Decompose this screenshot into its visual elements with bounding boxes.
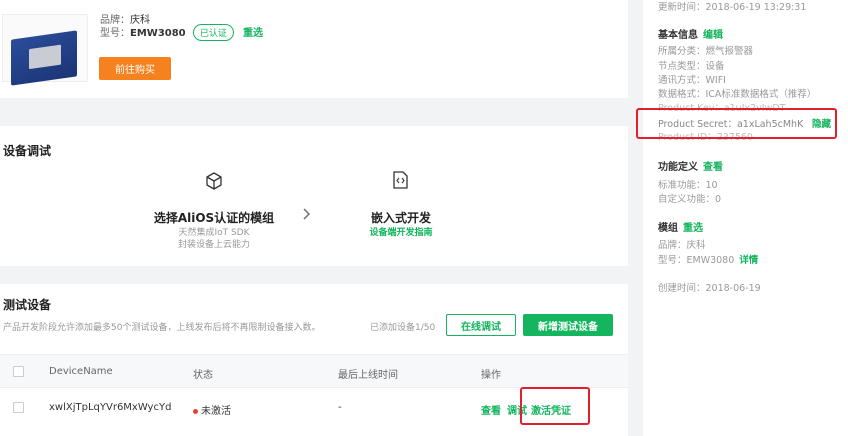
node-type: 节点类型：设备 (658, 61, 725, 72)
view-func-link[interactable]: 查看 (703, 162, 723, 173)
updated-time: 更新时间：2018-06-19 13:29:31 (658, 2, 807, 13)
certified-badge: 已认证 (192, 24, 234, 41)
online-debug-button[interactable]: 在线调试 (446, 314, 516, 336)
cube-icon (206, 172, 222, 190)
add-test-device-button[interactable]: 新增测试设备 (523, 314, 613, 336)
module-image (2, 14, 88, 86)
module-brand: 品牌：庆科 (658, 240, 706, 251)
secret-highlight-box (636, 108, 837, 139)
test-section-title: 测试设备 (3, 298, 52, 312)
reselect-link[interactable]: 重选 (243, 28, 263, 39)
buy-button[interactable]: 前往购买 (99, 57, 171, 80)
last-online-time: - (338, 402, 342, 413)
col-devicename: DeviceName (49, 366, 113, 377)
device-name: xwlXjTpLqYVr6MxWycYd (49, 402, 172, 413)
option-module-sub2: 封装设备上云能力 (177, 240, 250, 250)
chevron-right-icon (303, 208, 310, 220)
option-embedded-title[interactable]: 嵌入式开发 (346, 209, 456, 226)
option-module-title[interactable]: 选择AliOS认证的模组 (146, 209, 282, 226)
func-def-header: 功能定义 查看 (658, 162, 723, 173)
col-status: 状态 (193, 370, 213, 381)
custom-functions: 自定义功能：0 (658, 194, 722, 205)
module-model: 型号：EMW3080 详情 (658, 255, 759, 266)
select-all-checkbox[interactable] (13, 366, 24, 377)
edit-link[interactable]: 编辑 (703, 30, 723, 41)
credential-highlight-box (520, 387, 590, 425)
comm-method: 通讯方式：WIFI (658, 75, 726, 86)
created-time: 创建时间：2018-06-19 (658, 283, 761, 294)
col-actions: 操作 (481, 370, 501, 381)
basic-info-header: 基本信息 编辑 (658, 30, 723, 41)
code-file-icon (393, 171, 408, 189)
category: 所属分类：燃气报警器 (658, 46, 754, 57)
status-dot-icon (193, 408, 198, 414)
module-header: 模组 重选 (658, 223, 703, 234)
device-status: 未激活 (193, 402, 231, 417)
debug-section-title: 设备调试 (3, 144, 52, 158)
view-action[interactable]: 查看 (481, 402, 501, 417)
row-checkbox[interactable] (13, 402, 24, 413)
product-card: 品牌：庆科 型号：EMW3080 已认证 重选 前往购买 (0, 0, 628, 98)
product-model: 型号：EMW3080 已认证 重选 (100, 24, 263, 41)
module-reselect-link[interactable]: 重选 (683, 223, 703, 234)
chip-graphic (11, 30, 77, 86)
col-last-online: 最后上线时间 (338, 370, 398, 381)
dev-guide-link[interactable]: 设备端开发指南 (346, 227, 456, 240)
data-format: 数据格式：ICA标准数据格式（推荐） (658, 89, 817, 100)
page: 品牌：庆科 型号：EMW3080 已认证 重选 前往购买 设备调试 选择AliO… (0, 0, 848, 436)
test-description: 产品开发阶段允许添加最多50个测试设备，上线发布后将不再限制设备接入数。 (3, 323, 321, 333)
details-link[interactable]: 详情 (739, 255, 758, 266)
standard-functions: 标准功能：10 (658, 180, 718, 191)
device-debug-panel (0, 126, 628, 266)
added-device-count: 已添加设备1/50 (370, 323, 436, 333)
